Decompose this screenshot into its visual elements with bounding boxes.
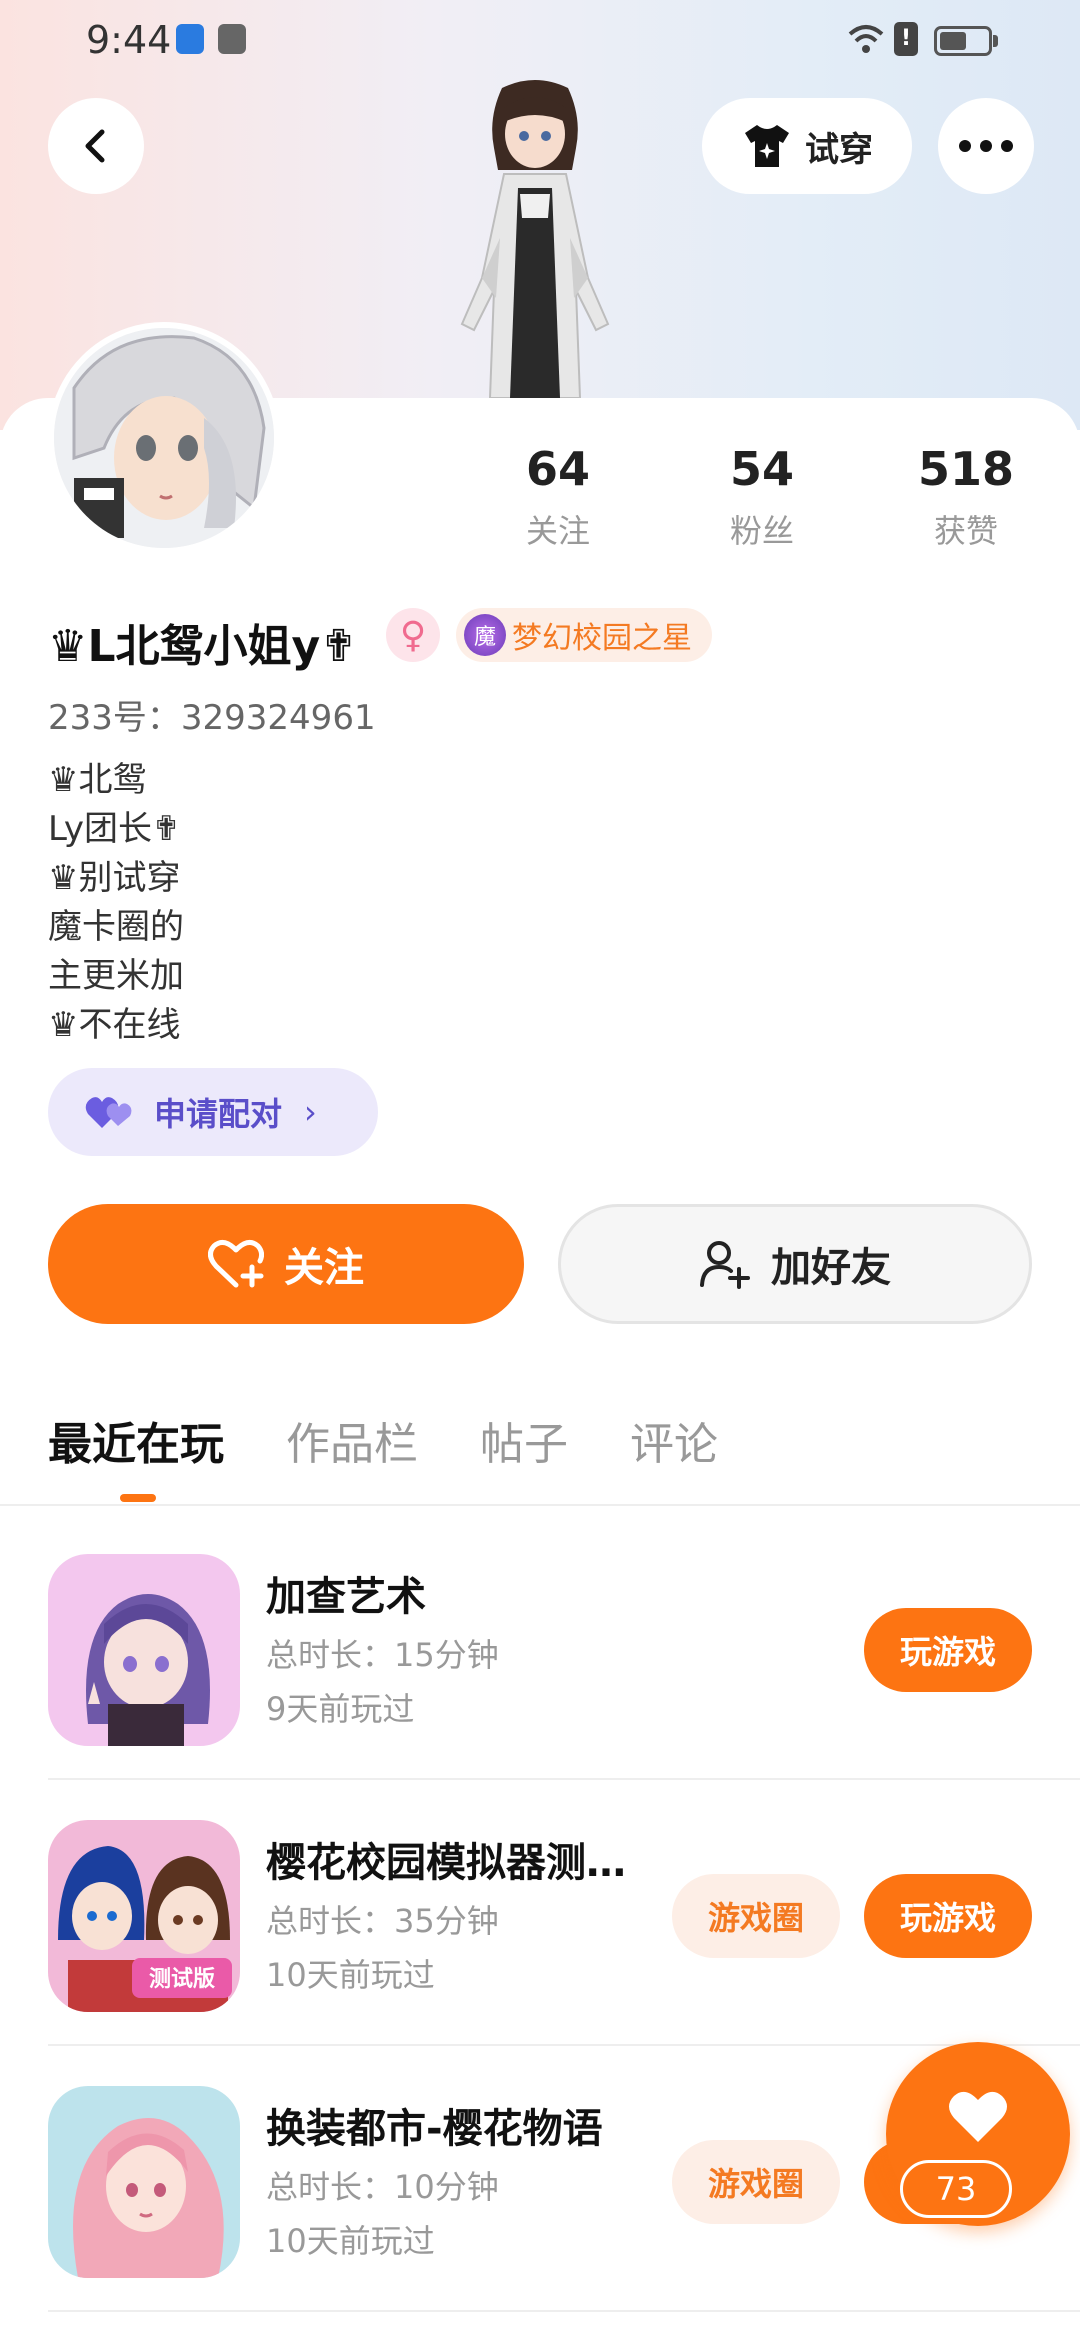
game-duration: 总时长：10分钟 — [266, 2168, 499, 2206]
game-last-played: 10天前玩过 — [266, 1956, 435, 1994]
bio-line: 主更米加 — [48, 956, 184, 996]
back-button[interactable] — [48, 98, 144, 194]
add-friend-label: 加好友 — [771, 1245, 891, 1291]
bio-line: ♛北鸳 — [48, 760, 147, 800]
game-last-played: 10天前玩过 — [266, 2222, 435, 2260]
game-icon: 测试版 — [48, 1820, 240, 2012]
user-id: 233号：329324961 — [48, 698, 376, 738]
tab-comments[interactable]: 评论 — [630, 1408, 718, 1472]
more-button[interactable] — [938, 98, 1034, 194]
try-on-button[interactable]: 试穿 — [702, 98, 912, 194]
avatar[interactable] — [48, 322, 280, 554]
gender-female-icon: ♀ — [386, 608, 440, 662]
like-count: 73 — [900, 2160, 1012, 2218]
heart-plus-icon — [208, 1240, 264, 1288]
more-icon — [959, 140, 1013, 152]
game-circle-button[interactable]: 游戏圈 — [672, 1874, 840, 1958]
game-icon — [48, 2086, 240, 2278]
huawei-icon — [218, 24, 246, 54]
row-divider — [48, 2310, 1080, 2312]
follow-label: 关注 — [284, 1245, 364, 1291]
game-row[interactable]: 加查艺术 总时长：15分钟 9天前玩过 玩游戏 — [48, 1514, 1080, 1780]
title-badge[interactable]: 魔 梦幻校园之星 — [456, 608, 712, 662]
user-plus-icon — [700, 1241, 750, 1289]
follow-button[interactable]: 关注 — [48, 1204, 524, 1324]
alert-icon: ! — [894, 22, 918, 56]
shield-icon — [176, 24, 204, 54]
heart-icon — [949, 2091, 1007, 2142]
play-game-button[interactable]: 玩游戏 — [864, 1874, 1032, 1958]
add-friend-button[interactable]: 加好友 — [558, 1204, 1032, 1324]
game-icon — [48, 1554, 240, 1746]
nickname: ♛L北鸳小姐y✟ — [48, 621, 358, 672]
bio-line: 魔卡圈的 — [48, 907, 184, 947]
stat-fans[interactable]: 54 粉丝 — [682, 442, 842, 552]
game-row[interactable]: 测试版 樱花校园模拟器测… 总时长：35分钟 10天前玩过 游戏圈 玩游戏 — [48, 1780, 1080, 2046]
battery-tip — [993, 35, 998, 47]
stat-fans-label: 粉丝 — [729, 512, 794, 550]
game-name: 换装都市-樱花物语 — [266, 2106, 603, 2152]
play-game-button[interactable]: 玩游戏 — [864, 1608, 1032, 1692]
game-last-played: 9天前玩过 — [266, 1690, 415, 1728]
stat-following-label: 关注 — [525, 512, 590, 550]
bio: ♛北鸳 Ly团长✟ ♛别试穿 魔卡圈的 主更米加 ♛不在线 — [48, 756, 184, 1050]
wifi-icon — [848, 25, 884, 53]
stat-likes[interactable]: 518 获赞 — [886, 442, 1046, 552]
title-badge-text: 梦幻校园之星 — [512, 621, 692, 656]
request-pair-button[interactable]: 申请配对 › — [48, 1068, 378, 1156]
avatar-image — [54, 328, 274, 548]
stat-fans-num: 54 — [729, 442, 794, 496]
bio-line: ♛不在线 — [48, 1005, 181, 1045]
tab-recent-played[interactable]: 最近在玩 — [48, 1408, 224, 1472]
tab-works[interactable]: 作品栏 — [286, 1408, 418, 1472]
bio-line: Ly团长✟ — [48, 809, 181, 849]
game-circle-button[interactable]: 游戏圈 — [672, 2140, 840, 2224]
game-name: 樱花校园模拟器测… — [266, 1840, 626, 1886]
stat-likes-label: 获赞 — [933, 512, 998, 550]
chevron-right-icon: › — [304, 1093, 317, 1131]
battery-icon — [934, 26, 992, 56]
magic-badge-icon: 魔 — [464, 614, 506, 656]
game-duration: 总时长：35分钟 — [266, 1902, 499, 1940]
profile-tabs: 最近在玩 作品栏 帖子 评论 — [48, 1408, 718, 1472]
game-duration: 总时长：15分钟 — [266, 1636, 499, 1674]
try-on-label: 试穿 — [805, 129, 873, 170]
status-bar: 9:44 ! — [0, 0, 1080, 80]
back-icon — [85, 129, 105, 163]
game-icon-badge: 测试版 — [149, 1967, 215, 1992]
hearts-icon — [85, 1097, 132, 1128]
tab-indicator — [120, 1494, 156, 1502]
status-time: 9:44 — [86, 18, 172, 62]
stat-following[interactable]: 64 关注 — [478, 442, 638, 552]
game-name: 加查艺术 — [266, 1574, 426, 1620]
request-pair-label: 申请配对 — [154, 1095, 283, 1133]
tabs-divider — [0, 1504, 1080, 1506]
stat-likes-num: 518 — [917, 442, 1015, 496]
stat-following-num: 64 — [525, 442, 590, 496]
bio-line: ♛别试穿 — [48, 858, 181, 898]
tab-posts[interactable]: 帖子 — [480, 1408, 568, 1472]
avatar-character-figure[interactable] — [420, 78, 650, 398]
tshirt-icon — [745, 125, 789, 167]
